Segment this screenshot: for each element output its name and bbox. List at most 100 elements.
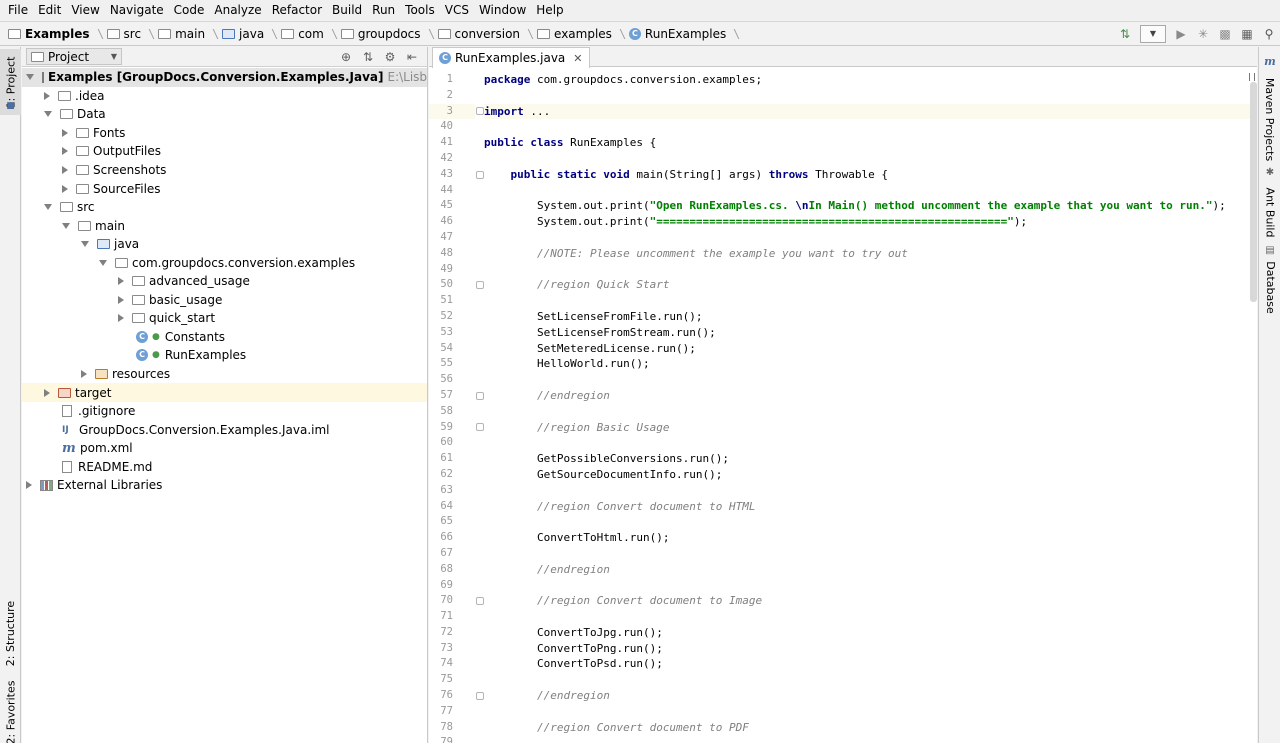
run-configuration-dropdown[interactable]: ▼ (1140, 24, 1166, 43)
tree-node-src[interactable]: src (22, 198, 427, 217)
vcs-update-icon[interactable]: ⇅ (1114, 23, 1136, 45)
tree-node-package[interactable]: com.groupdocs.conversion.examples (22, 253, 427, 272)
hide-panel-icon[interactable]: ⇤ (401, 48, 423, 66)
tree-node-gitignore[interactable]: .gitignore (22, 402, 427, 421)
expand-arrow-icon[interactable] (81, 241, 89, 248)
menu-vcs[interactable]: VCS (440, 0, 474, 20)
breadcrumb-main[interactable]: main (156, 23, 220, 44)
expand-arrow-icon[interactable] (62, 147, 68, 156)
menu-view[interactable]: View (66, 0, 104, 20)
tab-favorites[interactable]: 2: Favorites (0, 679, 21, 743)
menu-analyze[interactable]: Analyze (209, 0, 266, 20)
scroll-from-source-icon[interactable]: ⊕ (335, 48, 357, 66)
editor-scrollbar[interactable] (1250, 82, 1257, 302)
expand-arrow-icon[interactable] (62, 128, 68, 137)
expand-arrow-icon[interactable] (99, 259, 107, 266)
expand-arrow-icon[interactable] (62, 222, 70, 229)
expand-arrow-icon[interactable] (81, 370, 87, 379)
search-everywhere-icon[interactable]: ⚲ (1258, 23, 1280, 45)
menu-code[interactable]: Code (169, 0, 210, 20)
gear-icon[interactable]: ⚙ (379, 48, 401, 66)
fold-marker-icon[interactable] (476, 107, 484, 116)
breadcrumb-groupdocs[interactable]: groupdocs (339, 23, 436, 44)
close-icon[interactable]: ✕ (573, 52, 582, 65)
breadcrumb-examples-package[interactable]: examples (535, 23, 627, 44)
fold-marker-icon[interactable] (476, 423, 484, 432)
folded-imports[interactable]: ... (524, 105, 550, 118)
menu-navigate[interactable]: Navigate (105, 0, 169, 20)
run-icon[interactable]: ▶ (1170, 23, 1192, 45)
tree-node-basic-usage[interactable]: basic_usage (22, 291, 427, 310)
breadcrumb-examples[interactable]: Examples (6, 23, 105, 44)
tree-node-advanced-usage[interactable]: advanced_usage (22, 272, 427, 291)
tree-node-java[interactable]: java (22, 235, 427, 254)
tab-structure[interactable]: 2: Structure (0, 595, 21, 671)
breadcrumb-com[interactable]: com (279, 23, 339, 44)
expand-arrow-icon[interactable] (44, 91, 50, 100)
breadcrumb-separator (423, 28, 434, 39)
expand-arrow-icon[interactable] (62, 184, 68, 193)
expand-arrow-icon[interactable] (44, 111, 52, 118)
tree-node-readme[interactable]: README.md (22, 457, 427, 476)
tree-node-resources[interactable]: resources (22, 365, 427, 384)
tab-ant-build[interactable]: Ant Build (1259, 179, 1280, 245)
menu-build[interactable]: Build (327, 0, 367, 20)
tree-node-constants[interactable]: C ● Constants (22, 328, 427, 347)
tree-node-runexamples[interactable]: C ● RunExamples (22, 346, 427, 365)
folder-icon (76, 165, 89, 175)
fold-marker-icon[interactable] (476, 281, 484, 290)
expand-arrow-icon[interactable] (44, 388, 50, 397)
collapse-all-icon[interactable]: ⇅ (357, 48, 379, 66)
tab-database[interactable]: Database (1259, 257, 1280, 317)
breadcrumb-runexamples[interactable]: C RunExamples (627, 23, 741, 44)
fold-marker-icon[interactable] (476, 691, 484, 700)
menu-run[interactable]: Run (367, 0, 400, 20)
tree-node-iml[interactable]: IJ GroupDocs.Conversion.Examples.Java.im… (22, 420, 427, 439)
breadcrumb-src[interactable]: src (105, 23, 157, 44)
menu-edit[interactable]: Edit (33, 0, 66, 20)
tree-node-external-libraries[interactable]: External Libraries (22, 476, 427, 495)
tree-node-sourcefiles[interactable]: SourceFiles (22, 179, 427, 198)
tree-node-label: Fonts (93, 125, 126, 140)
fold-marker-icon[interactable] (476, 391, 484, 400)
code-area[interactable]: package com.groupdocs.conversion.example… (484, 72, 1257, 743)
public-access-icon: ● (152, 331, 160, 342)
menu-file[interactable]: File (3, 0, 33, 20)
menu-refactor[interactable]: Refactor (267, 0, 327, 20)
expand-arrow-icon[interactable] (62, 166, 68, 174)
tree-node-main[interactable]: main (22, 216, 427, 235)
fold-marker-icon[interactable] (476, 170, 484, 179)
coverage-icon[interactable]: ▩ (1214, 23, 1236, 45)
code-line: //region Convert document to PDF (484, 720, 1257, 736)
tree-node-data[interactable]: Data (22, 105, 427, 124)
tree-node-idea[interactable]: .idea (22, 87, 427, 106)
expand-arrow-icon[interactable] (26, 481, 32, 490)
tree-node-root[interactable]: Examples [GroupDocs.Conversion.Examples.… (22, 68, 427, 87)
editor-tab-runexamples[interactable]: C RunExamples.java ✕ (432, 47, 590, 68)
project-view-selector[interactable]: Project ▼ (26, 48, 122, 65)
breadcrumb-conversion[interactable]: conversion (436, 23, 536, 44)
debug-icon[interactable]: ✳ (1192, 23, 1214, 45)
tree-node-target[interactable]: target (22, 383, 427, 402)
menu-tools[interactable]: Tools (400, 0, 440, 20)
expand-arrow-icon[interactable] (118, 277, 124, 286)
menu-window[interactable]: Window (474, 0, 531, 20)
line-number: 46 (440, 215, 453, 228)
menu-help[interactable]: Help (531, 0, 568, 20)
expand-arrow-icon[interactable] (118, 314, 124, 323)
expand-arrow-icon[interactable] (44, 204, 52, 211)
tree-node-pom[interactable]: m pom.xml (22, 439, 427, 458)
project-structure-icon[interactable]: ▦ (1236, 23, 1258, 45)
breadcrumb-java[interactable]: java (220, 23, 279, 44)
tree-node-outputfiles[interactable]: OutputFiles (22, 142, 427, 161)
fold-marker-icon[interactable] (476, 597, 484, 606)
tab-maven-projects[interactable]: Maven Projects (1259, 71, 1280, 167)
tree-node-quick-start[interactable]: quick_start (22, 309, 427, 328)
expand-arrow-icon[interactable] (118, 295, 124, 304)
tree-node-fonts[interactable]: Fonts (22, 124, 427, 143)
tree-node-screenshots[interactable]: Screenshots (22, 161, 427, 180)
expand-arrow-icon[interactable] (26, 74, 34, 81)
